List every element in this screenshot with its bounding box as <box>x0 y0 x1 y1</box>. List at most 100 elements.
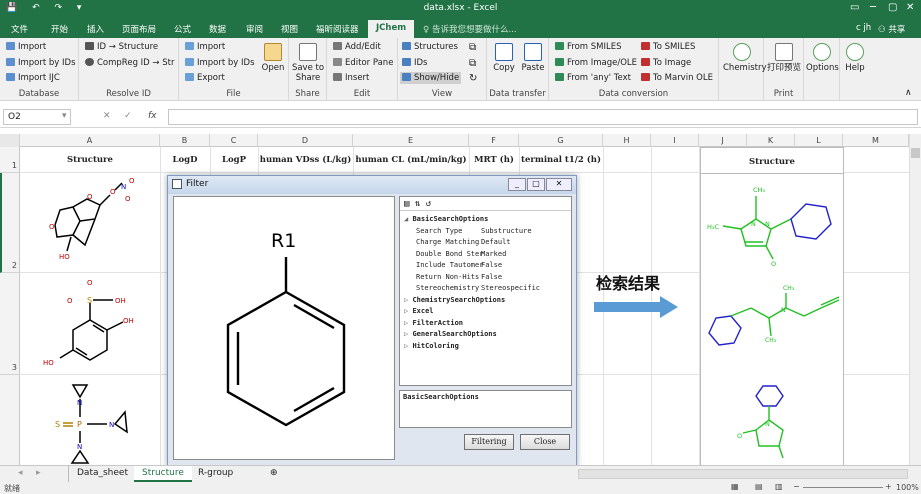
scroll-thumb[interactable] <box>911 148 920 158</box>
molecule-structure[interactable]: N N N P S <box>35 377 155 465</box>
header-cl[interactable]: human CL (mL/min/kg) <box>353 147 469 173</box>
dialog-minimize-icon[interactable]: _ <box>508 178 526 191</box>
chemistry-button[interactable]: Chemistry <box>723 43 766 73</box>
ids-toggle[interactable]: IDs <box>402 58 427 68</box>
property-group[interactable]: ▷ Excel <box>404 307 434 315</box>
header-logp[interactable]: LogP <box>210 147 258 173</box>
tab-review[interactable]: 审阅 <box>246 23 263 35</box>
hit-structure-green[interactable]: ON <box>701 378 843 466</box>
file-import-button[interactable]: Import <box>185 42 225 52</box>
add-sheet-icon[interactable]: ⊕ <box>262 466 286 482</box>
molecule-structure[interactable]: O O OH OH HO S <box>35 275 155 372</box>
sheet-tab-structure[interactable]: Structure <box>134 466 192 482</box>
property-row[interactable]: Charge Matching Default <box>416 238 511 246</box>
tab-formulas[interactable]: 公式 <box>174 23 191 35</box>
close-icon[interactable]: ✕ <box>906 2 914 13</box>
enter-icon[interactable]: ✓ <box>124 111 132 121</box>
maximize-icon[interactable]: ▢ <box>888 2 897 13</box>
tab-view[interactable]: 视图 <box>281 23 298 35</box>
editor-pane-button[interactable]: Editor Pane <box>333 58 393 68</box>
property-value[interactable]: Default <box>481 238 511 246</box>
row-header-3[interactable]: 3 <box>0 273 20 375</box>
header-logd[interactable]: LogD <box>160 147 210 173</box>
property-group[interactable]: ◢ BasicSearchOptions <box>404 215 488 223</box>
file-import-by-ids-button[interactable]: Import by IDs <box>185 58 255 68</box>
property-value[interactable]: Substructure <box>481 227 532 235</box>
from-text-button[interactable]: From 'any' Text <box>555 73 631 83</box>
tab-jchem[interactable]: JChem <box>368 20 415 38</box>
row-header-2[interactable]: 2 <box>0 173 20 273</box>
query-structure-canvas[interactable]: R1 <box>173 196 395 460</box>
user-name[interactable]: c jh <box>856 23 871 33</box>
zoom-out-icon[interactable]: − <box>793 482 800 491</box>
view-option-icon[interactable]: ⧉ <box>469 58 476 69</box>
collapse-ribbon-icon[interactable]: ∧ <box>905 88 912 98</box>
cancel-icon[interactable]: ✕ <box>103 111 111 121</box>
sheet-tab-data-sheet[interactable]: Data_sheet <box>68 466 137 482</box>
column-header-l[interactable]: L <box>795 134 843 147</box>
compreg-id-button[interactable]: CompReg ID → Str <box>85 58 174 68</box>
column-header-k[interactable]: K <box>747 134 795 147</box>
from-image-button[interactable]: From Image/OLE <box>555 58 637 68</box>
property-sheet[interactable]: ▤ ⇅ ↺ ◢ BasicSearchOptions Search Type Sub… <box>399 196 572 386</box>
property-group[interactable]: ▷ FilterAction <box>404 319 463 327</box>
property-value[interactable]: False <box>481 273 502 281</box>
header-mrt[interactable]: MRT (h) <box>469 147 519 173</box>
property-row[interactable]: Stereochemistry Stereospecific <box>416 284 540 292</box>
column-header-g[interactable]: G <box>519 134 603 147</box>
page-layout-icon[interactable]: ▤ <box>755 482 763 491</box>
property-group[interactable]: ▷ GeneralSearchOptions <box>404 330 497 338</box>
tab-data[interactable]: 数据 <box>209 23 226 35</box>
column-header-j[interactable]: J <box>699 134 747 147</box>
save-to-share-button[interactable]: Save to Share <box>291 43 325 83</box>
column-header-h[interactable]: H <box>603 134 651 147</box>
select-all-corner[interactable] <box>0 134 20 147</box>
zoom-slider[interactable] <box>803 487 883 488</box>
dialog-maximize-icon[interactable]: □ <box>527 178 545 191</box>
options-button[interactable]: Options <box>806 43 839 73</box>
zoom-in-icon[interactable]: + <box>885 482 892 491</box>
view-option-icon[interactable]: ⧉ <box>469 42 476 53</box>
share-button[interactable]: ⚇ 共享 <box>878 23 905 35</box>
hit-structure-blue[interactable]: CH₃ N CH₃ <box>701 278 843 374</box>
row-header-4[interactable] <box>0 375 20 465</box>
filtering-button[interactable]: Filtering <box>464 434 514 450</box>
sheet-tab-r-group[interactable]: R-group <box>190 466 241 482</box>
column-header-e[interactable]: E <box>353 134 469 147</box>
page-break-icon[interactable]: ▥ <box>775 482 783 491</box>
structures-toggle[interactable]: Structures <box>402 42 458 52</box>
db-import-by-ids-button[interactable]: Import by IDs <box>6 58 76 68</box>
formula-input[interactable] <box>168 109 918 125</box>
tell-me-search[interactable]: ♀ 告诉我您想要做什么... <box>423 23 517 35</box>
add-edit-button[interactable]: Add/Edit <box>333 42 381 52</box>
dialog-close-icon[interactable]: ✕ <box>546 178 572 191</box>
db-import-ijc-button[interactable]: Import IJC <box>6 73 60 83</box>
property-value[interactable]: Stereospecific <box>481 284 540 292</box>
property-row[interactable]: Double Bond SterMarked <box>416 250 506 258</box>
molecule-structure[interactable]: O O O O O N HO <box>35 175 145 270</box>
property-group[interactable]: ▷ ChemistrySearchOptions <box>404 296 505 304</box>
tab-home[interactable]: 开始 <box>51 23 68 35</box>
header-vdss[interactable]: human VDss (L/kg) <box>258 147 353 173</box>
show-hide-toggle[interactable]: Show/Hide <box>400 72 462 84</box>
column-header-d[interactable]: D <box>258 134 353 147</box>
close-button[interactable]: Close <box>520 434 570 450</box>
copy-button[interactable]: Copy <box>491 43 517 73</box>
header-half-life[interactable]: terminal t1/2 (h) <box>519 147 603 173</box>
column-header-i[interactable]: I <box>651 134 699 147</box>
paste-button[interactable]: Paste <box>519 43 547 73</box>
minimize-icon[interactable]: ─ <box>870 2 876 13</box>
tab-file[interactable]: 文件 <box>11 23 28 35</box>
categorized-icon[interactable]: ▤ <box>404 199 409 209</box>
normal-view-icon[interactable]: ▦ <box>731 482 739 491</box>
tab-insert[interactable]: 插入 <box>87 23 104 35</box>
column-header-b[interactable]: B <box>160 134 210 147</box>
header-structure[interactable]: Structure <box>20 147 160 173</box>
help-button[interactable]: Help <box>842 43 868 73</box>
property-row[interactable]: Include TautomerFalse <box>416 261 502 269</box>
column-header-c[interactable]: C <box>210 134 258 147</box>
name-box[interactable]: O2 <box>3 109 71 125</box>
property-row[interactable]: Return Non-Hits False <box>416 273 502 281</box>
zoom-level[interactable]: 100% <box>896 483 919 492</box>
property-group[interactable]: ▷ HitColoring <box>404 342 459 350</box>
